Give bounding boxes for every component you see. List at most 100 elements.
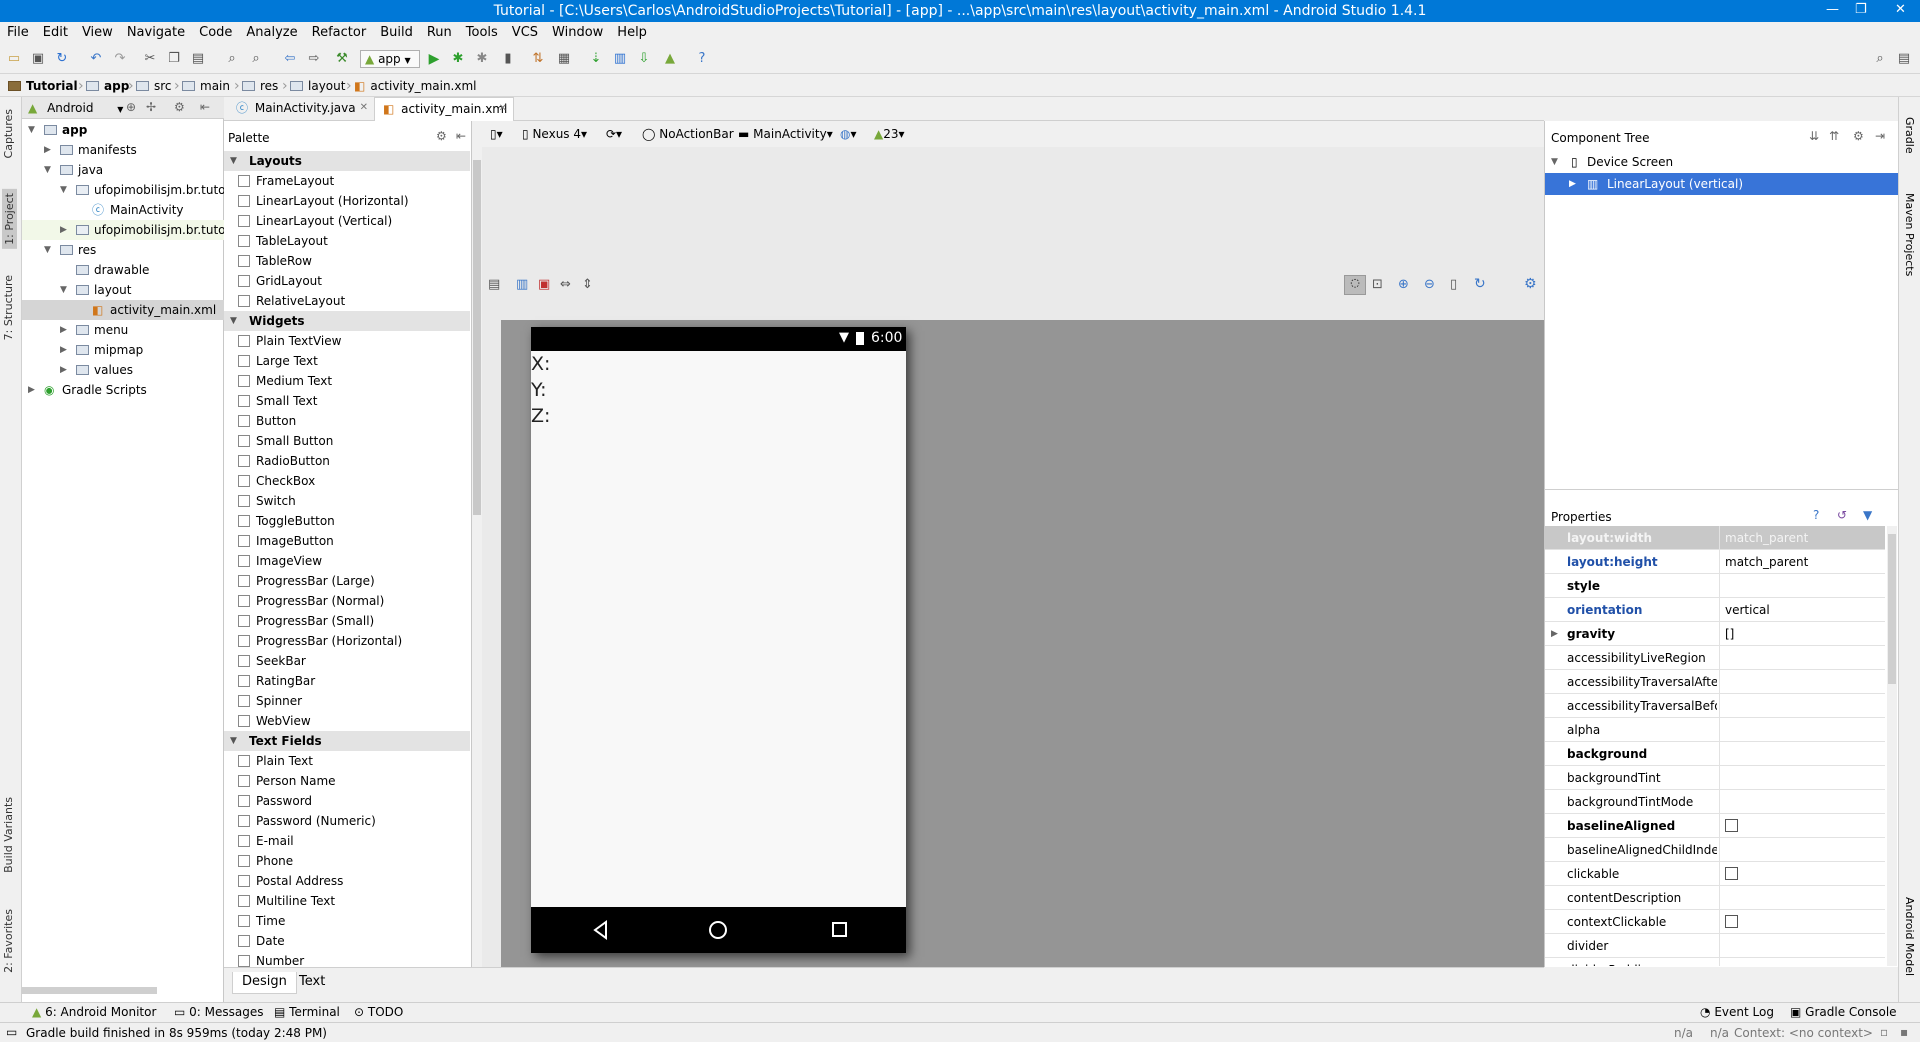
chevron-right-icon[interactable]: ▶ <box>1551 622 1558 646</box>
run-icon[interactable]: ▶ <box>426 51 442 67</box>
zoom-in-icon[interactable]: ⊕ <box>1398 277 1409 292</box>
gradle-sync-icon[interactable]: ⇅ <box>530 51 546 67</box>
menu-analyze[interactable]: Analyze <box>239 22 304 40</box>
palette-item[interactable]: ProgressBar (Horizontal) <box>224 631 470 651</box>
chevron-right-icon[interactable]: ▶ <box>28 380 35 400</box>
filter-icon[interactable]: ▼ <box>1863 508 1872 522</box>
close-icon[interactable]: ✕ <box>499 98 507 120</box>
project-scrollbar[interactable] <box>22 986 224 995</box>
memory-icon[interactable]: ▪ <box>1900 1025 1908 1039</box>
property-value[interactable] <box>1719 574 1885 598</box>
copy-icon[interactable]: ❐ <box>166 51 182 67</box>
sdk-manager-icon[interactable]: ⇩ <box>636 51 652 67</box>
palette-item[interactable]: Date <box>224 931 470 951</box>
palette-item[interactable]: FrameLayout <box>224 171 470 191</box>
sync-gradle-icon[interactable]: ⇣ <box>588 51 604 67</box>
debug-icon[interactable]: ✱ <box>450 51 466 67</box>
palette-item[interactable]: Medium Text <box>224 371 470 391</box>
property-row[interactable]: orientation vertical <box>1545 598 1885 622</box>
property-row[interactable]: baselineAligned <box>1545 814 1885 838</box>
property-row[interactable]: backgroundTintMode <box>1545 790 1885 814</box>
property-value[interactable] <box>1719 838 1885 862</box>
fill-height-icon[interactable]: ⇕ <box>582 277 593 292</box>
menu-vcs[interactable]: VCS <box>505 22 545 40</box>
zoom-actual-icon[interactable]: ◌ <box>1344 275 1366 295</box>
hide-icon[interactable]: ⇤ <box>200 100 210 114</box>
zoom-out-icon[interactable]: ⊖ <box>1424 277 1435 292</box>
palette-category[interactable]: ▼ Layouts <box>224 151 470 171</box>
hide-icon[interactable]: ⇤ <box>456 129 466 143</box>
palette-item[interactable]: RelativeLayout <box>224 291 470 311</box>
sync-icon[interactable]: ⊕ <box>126 100 136 114</box>
palette-item[interactable]: GridLayout <box>224 271 470 291</box>
chevron-down-icon[interactable]: ▼ <box>28 120 35 140</box>
property-value[interactable] <box>1719 814 1885 838</box>
chevron-right-icon[interactable]: ▶ <box>60 360 67 380</box>
layout-horizontal-icon[interactable]: ▤ <box>488 277 500 292</box>
locale-select[interactable]: ◍▾ <box>840 127 857 141</box>
tab-design[interactable]: Design <box>232 972 297 994</box>
make-project-icon[interactable]: ⚒ <box>334 51 350 67</box>
palette-item[interactable]: LinearLayout (Vertical) <box>224 211 470 231</box>
android-model-tool-tab[interactable]: Android Model <box>1903 897 1916 976</box>
properties-scrollbar[interactable] <box>1887 526 1897 966</box>
tree-item[interactable]: ▶ menu <box>22 320 224 340</box>
tab-mainactivity-java[interactable]: ⓒ MainActivity.java ✕ <box>228 97 374 121</box>
menu-tools[interactable]: Tools <box>459 22 505 40</box>
todo-tab[interactable]: ⊙ TODO <box>354 1005 403 1019</box>
device-screen[interactable]: X: Y: Z: <box>531 351 906 907</box>
tree-item[interactable]: ▶ mipmap <box>22 340 224 360</box>
chevron-right-icon[interactable]: ▶ <box>44 140 51 160</box>
palette-item[interactable]: Multiline Text <box>224 891 470 911</box>
tree-item[interactable]: ▼ java <box>22 160 224 180</box>
tab-text[interactable]: Text <box>290 972 334 994</box>
tree-item[interactable]: ▼ ufopimobilisjm.br.tutorial <box>22 180 224 200</box>
chevron-down-icon[interactable]: ▼ <box>60 280 67 300</box>
palette-item[interactable]: Password (Numeric) <box>224 811 470 831</box>
replace-icon[interactable]: ⌕ <box>248 51 264 67</box>
palette-item[interactable]: Small Button <box>224 431 470 451</box>
property-value[interactable]: [] <box>1719 622 1885 646</box>
palette-item[interactable]: Plain Text <box>224 751 470 771</box>
fill-width-icon[interactable]: ⇔ <box>560 277 571 292</box>
palette-item[interactable]: Person Name <box>224 771 470 791</box>
event-log-tab[interactable]: ◔ Event Log <box>1700 1005 1774 1019</box>
build-variants-tool-tab[interactable]: Build Variants <box>2 797 15 873</box>
captures-tool-tab[interactable]: Captures <box>2 109 15 158</box>
palette-item[interactable]: E-mail <box>224 831 470 851</box>
component-linearlayout[interactable]: ▶ ▥ LinearLayout (vertical) <box>1545 173 1899 195</box>
help-icon[interactable]: ? <box>1813 508 1819 522</box>
collapse-icon[interactable]: ✢ <box>146 100 156 114</box>
property-row[interactable]: accessibilityTraversalAfter <box>1545 670 1885 694</box>
property-row[interactable]: dividerPadding <box>1545 958 1885 966</box>
palette-category[interactable]: ▼ Widgets <box>224 311 470 331</box>
settings-icon[interactable]: ⚙ <box>1524 276 1537 292</box>
breadcrumb-item[interactable]: app <box>86 79 129 95</box>
project-structure-icon[interactable]: ▦ <box>556 51 572 67</box>
property-row[interactable]: accessibilityLiveRegion <box>1545 646 1885 670</box>
breadcrumb-item[interactable]: Tutorial <box>8 79 78 95</box>
activity-select[interactable]: ▬ MainActivity▾ <box>738 127 833 141</box>
palette-item[interactable]: Postal Address <box>224 871 470 891</box>
property-row[interactable]: accessibilityTraversalBefore <box>1545 694 1885 718</box>
menu-help[interactable]: Help <box>610 22 654 40</box>
property-value[interactable] <box>1719 766 1885 790</box>
property-checkbox[interactable] <box>1725 867 1738 880</box>
search-icon[interactable]: ⌕ <box>1872 51 1888 67</box>
property-value[interactable]: match_parent <box>1719 550 1885 574</box>
palette-item[interactable]: Large Text <box>224 351 470 371</box>
property-value[interactable] <box>1719 910 1885 934</box>
palette-item[interactable]: CheckBox <box>224 471 470 491</box>
property-row[interactable]: alpha <box>1545 718 1885 742</box>
tab-activity-main-xml[interactable]: ◧ activity_main.xml ✕ <box>374 97 514 121</box>
status-icon[interactable]: ▭ <box>6 1025 17 1039</box>
text-view-x[interactable]: X: <box>531 353 550 375</box>
breadcrumb-item[interactable]: ◧ activity_main.xml <box>354 79 477 95</box>
chevron-down-icon[interactable]: ▼ <box>44 160 51 180</box>
close-icon[interactable]: ✕ <box>360 97 368 119</box>
redo-icon[interactable]: ↷ <box>112 51 128 67</box>
property-row[interactable]: divider <box>1545 934 1885 958</box>
structure-tool-tab[interactable]: 7: Structure <box>2 275 15 340</box>
refresh-icon[interactable]: ↻ <box>1474 276 1486 292</box>
run-config-select[interactable]: ▲ app ▼ <box>360 50 420 68</box>
